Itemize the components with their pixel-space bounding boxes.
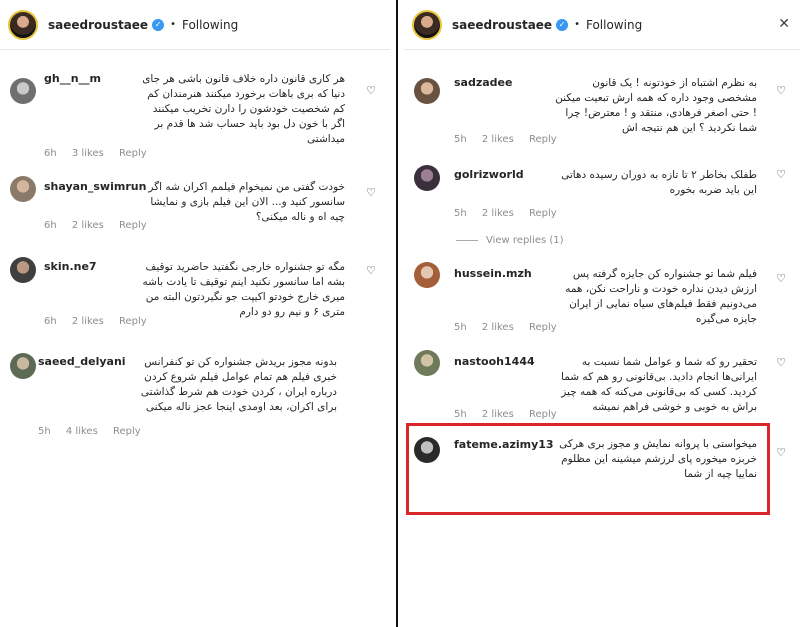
reply-button[interactable]: Reply [119,316,147,327]
reply-button[interactable]: Reply [529,208,557,219]
right-comments-panel: saeedroustaee ✓ • Following ✕ sadzadee ب… [404,0,800,627]
comment-likes[interactable]: 4 likes [66,426,98,437]
commenter-avatar[interactable] [10,176,36,202]
highlight-box [406,423,770,515]
comment-likes[interactable]: 3 likes [72,148,104,159]
reply-button[interactable]: Reply [113,426,141,437]
comment-time: 5h [454,322,467,333]
comment-meta: 6h 3 likes Reply [44,148,159,159]
commenter-avatar[interactable] [10,257,36,283]
comment-username[interactable]: nastooh1444 [454,355,535,368]
comment-text: فیلم شما تو جشنواره کن جایزه گرفته پس ار… [565,268,757,325]
left-comments-panel: saeedroustaee ✓ • Following gh__n__m هر … [0,0,390,627]
comment-meta: 5h 2 likes Reply [454,134,569,145]
commenter-avatar[interactable] [414,350,440,376]
heart-icon[interactable]: ♡ [776,446,786,459]
comment-username[interactable]: sadzadee [454,76,512,89]
comment-time: 5h [454,409,467,420]
comment-likes[interactable]: 2 likes [482,208,514,219]
comment-meta: 5h 2 likes Reply [454,322,569,333]
comment-time: 5h [38,426,51,437]
comment-time: 6h [44,316,57,327]
comment-text: خودت گفتی من نمیخوام فیلمم اکران شه اگر … [148,181,345,223]
commenter-avatar[interactable] [10,78,36,104]
heart-icon[interactable]: ♡ [366,264,376,277]
comment-text: تحقیر رو که شما و عوامل شما نسبت به ایرا… [561,356,757,413]
comment-username[interactable]: golrizworld [454,168,524,181]
comment-likes[interactable]: 2 likes [482,409,514,420]
reply-button[interactable]: Reply [529,322,557,333]
reply-button[interactable]: Reply [529,134,557,145]
separator-dot: • [170,19,176,30]
comment-time: 5h [454,134,467,145]
comment-meta: 5h 2 likes Reply [454,409,569,420]
comment-time: 6h [44,220,57,231]
reply-button[interactable]: Reply [529,409,557,420]
comment-likes[interactable]: 2 likes [482,322,514,333]
separator-dot: • [574,19,580,30]
reply-button[interactable]: Reply [119,220,147,231]
replies-line [456,239,478,241]
comment-username[interactable]: saeed_delyani [38,355,126,368]
following-button[interactable]: Following [182,18,238,32]
reply-button[interactable]: Reply [119,148,147,159]
view-replies-label: View replies (1) [486,235,564,246]
comment-likes[interactable]: 2 likes [72,316,104,327]
heart-icon[interactable]: ♡ [776,84,786,97]
comment-text: طفلک بخاطر ۲ تا تازه به دوران رسیده دهات… [561,169,757,196]
commenter-avatar[interactable] [414,262,440,288]
commenter-avatar[interactable] [414,78,440,104]
heart-icon[interactable]: ♡ [776,168,786,181]
panel-divider [396,0,398,627]
commenter-avatar[interactable] [414,165,440,191]
comment-time: 5h [454,208,467,219]
comment-time: 6h [44,148,57,159]
post-header: saeedroustaee ✓ • Following ✕ [404,0,800,50]
author-avatar[interactable] [8,9,38,40]
comment-username[interactable]: shayan_swimrun [44,180,146,193]
comment-meta: 6h 2 likes Reply [44,316,159,327]
author-avatar[interactable] [412,9,442,40]
author-username[interactable]: saeedroustaee [48,18,148,32]
post-header: saeedroustaee ✓ • Following [0,0,390,50]
close-icon[interactable]: ✕ [778,16,790,32]
comment-meta: 6h 2 likes Reply [44,220,159,231]
following-button[interactable]: Following [586,18,642,32]
comment-meta: 5h 4 likes Reply [38,426,153,437]
comment-text: بدونه مجوز بریدش جشنواره کن تو کنفرانس خ… [140,356,337,413]
heart-icon[interactable]: ♡ [776,356,786,369]
commenter-avatar[interactable] [10,353,36,379]
comment-text: به نظرم اشتباه از خودتونه ! یک قانون مشخ… [555,77,757,134]
heart-icon[interactable]: ♡ [366,186,376,199]
comment-meta: 5h 2 likes Reply [454,208,569,219]
verified-badge-icon: ✓ [152,18,165,31]
comment-username[interactable]: skin.ne7 [44,260,97,273]
comment-username[interactable]: hussein.mzh [454,267,532,280]
author-username[interactable]: saeedroustaee [452,18,552,32]
comment-text: هر کاری قانون داره خلاف قانون باشی هر جا… [142,73,345,145]
heart-icon[interactable]: ♡ [776,272,786,285]
heart-icon[interactable]: ♡ [366,84,376,97]
comment-likes[interactable]: 2 likes [482,134,514,145]
comment-username[interactable]: gh__n__m [44,72,101,85]
comment-likes[interactable]: 2 likes [72,220,104,231]
comment-text: مگه تو جشنواره خارجی نگفتید حاضرید توقیف… [142,261,345,318]
verified-badge-icon: ✓ [556,18,569,31]
view-replies-button[interactable]: View replies (1) [456,235,564,246]
